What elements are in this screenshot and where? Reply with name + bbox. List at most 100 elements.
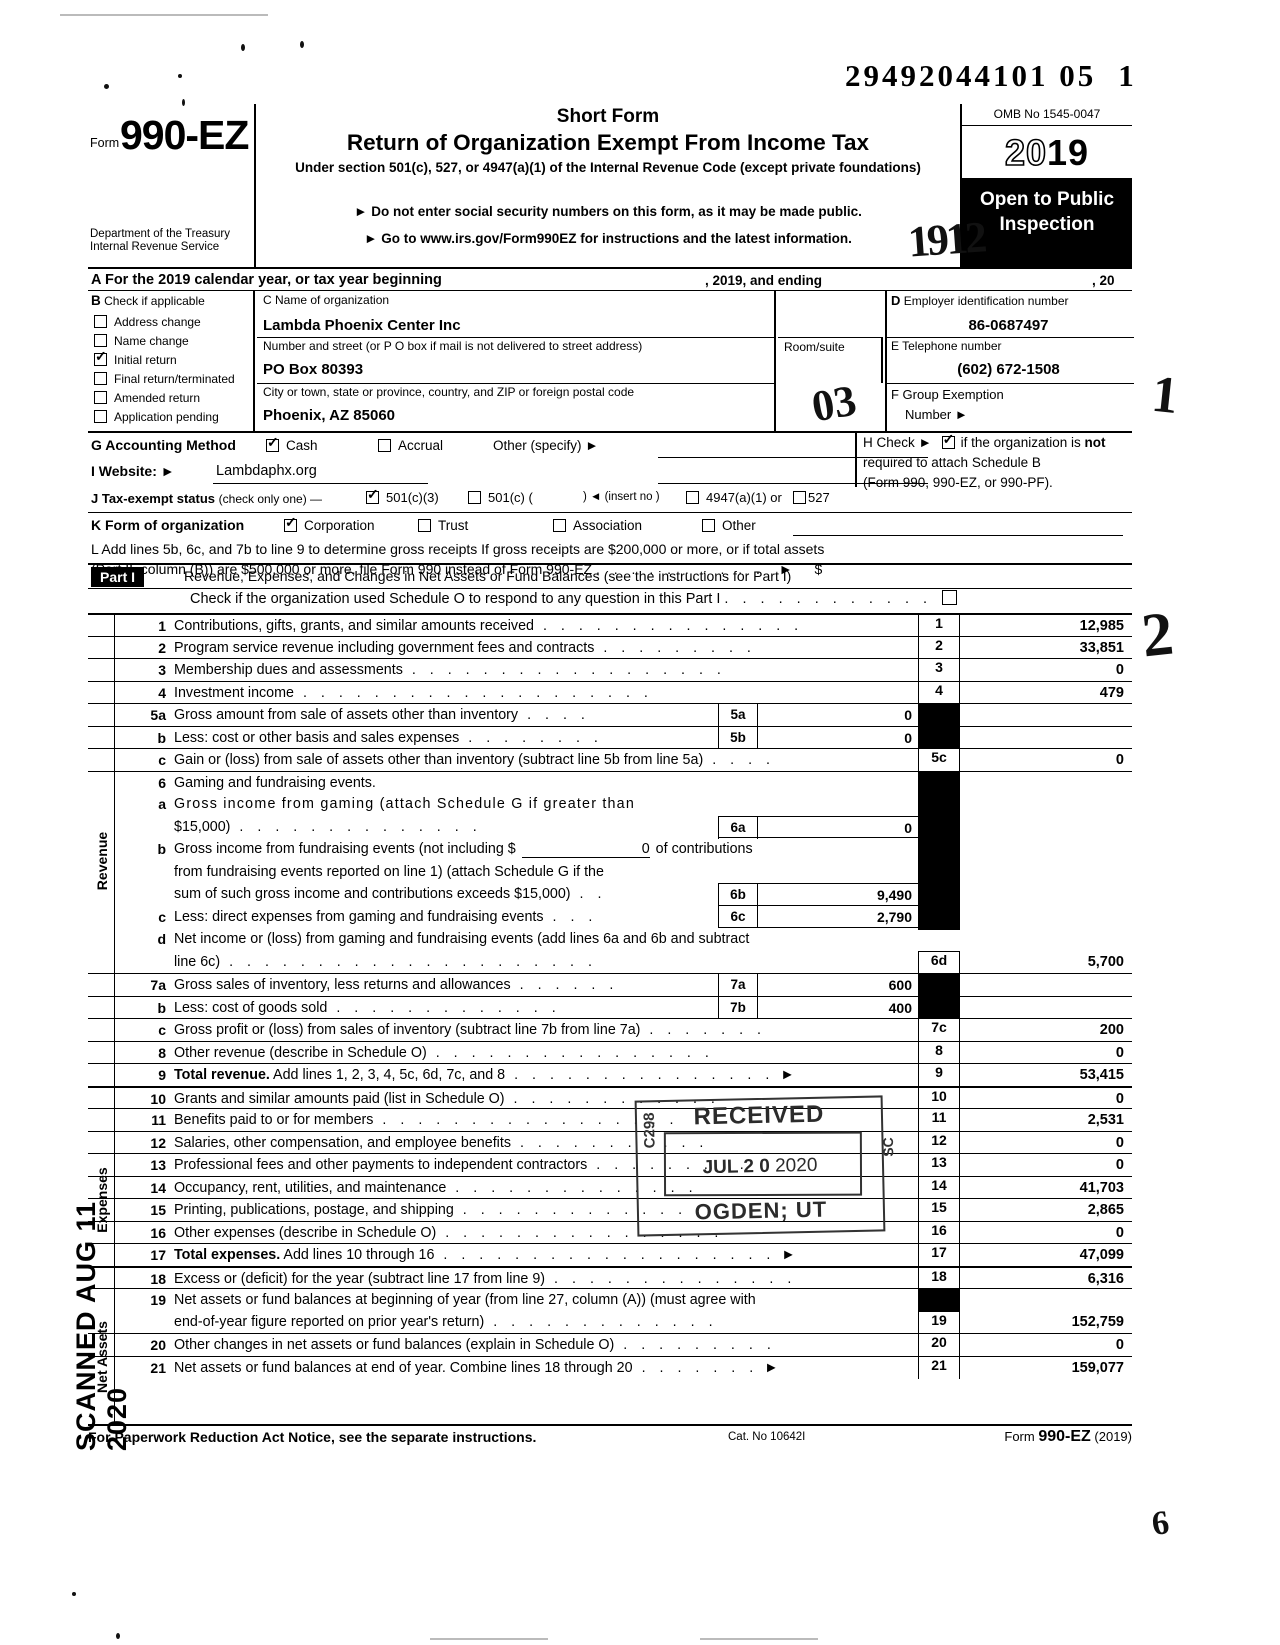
line-value[interactable]: 0 xyxy=(960,752,1132,768)
checkbox-trust[interactable]: Trust xyxy=(418,518,468,533)
line-text: Gaming and fundraising events. xyxy=(174,774,376,791)
checkbox-box[interactable] xyxy=(686,491,699,504)
line-key: 11 xyxy=(918,1109,960,1132)
inner-amount-box: 6c 2,790 xyxy=(718,905,918,929)
schedule-o-check-row[interactable]: Check if the organization used Schedule … xyxy=(190,590,958,607)
leader-dots: . . . . . . . . . . . . . . . xyxy=(505,1067,775,1083)
checkbox-box-checked[interactable] xyxy=(266,435,279,452)
checkbox-box[interactable] xyxy=(553,519,566,532)
contributions-amount[interactable]: 0 xyxy=(521,841,650,858)
tax-year: 2019 xyxy=(962,131,1132,174)
checkbox-box[interactable] xyxy=(94,315,107,328)
checkbox-association[interactable]: Association xyxy=(553,518,642,533)
line-value[interactable]: 6,316 xyxy=(960,1271,1132,1287)
line-value[interactable]: 12,985 xyxy=(960,618,1132,634)
checkbox-box[interactable] xyxy=(418,519,431,532)
checkbox-4947a1[interactable]: 4947(a)(1) or xyxy=(686,490,782,505)
inner-value[interactable]: 0 xyxy=(758,817,918,840)
phone-value[interactable]: (602) 672-1508 xyxy=(887,361,1130,378)
table-row: 4 Investment income . . . . . . . . . . … xyxy=(88,680,1132,704)
street-value[interactable]: PO Box 80393 xyxy=(263,361,363,378)
other-org-input[interactable] xyxy=(793,535,1123,536)
stamp-year: 2020 xyxy=(774,1154,818,1177)
checkbox-corporation[interactable]: Corporation xyxy=(284,515,375,533)
checkbox-other[interactable]: Other xyxy=(702,518,756,533)
inner-amount-box: 7a 600 xyxy=(718,974,918,997)
line-label: sum of such gross income and contributio… xyxy=(174,886,571,902)
line-value[interactable]: 479 xyxy=(960,685,1132,701)
line-value[interactable]: 0 xyxy=(960,1135,1132,1151)
line-value[interactable]: 33,851 xyxy=(960,640,1132,656)
checkbox-box[interactable] xyxy=(702,519,715,532)
line-value[interactable]: 0 xyxy=(960,1157,1132,1173)
checkbox-box[interactable] xyxy=(378,439,391,452)
footer-form-year: (2019) xyxy=(1090,1429,1132,1444)
checkbox-box-checked[interactable] xyxy=(941,432,955,449)
checkbox-final-return[interactable]: Final return/terminated xyxy=(94,372,235,386)
line-value[interactable]: 53,415 xyxy=(960,1067,1132,1083)
line-text: Benefits paid to or for members . . . . … xyxy=(174,1112,679,1128)
line-value[interactable]: 0 xyxy=(960,662,1132,678)
checkbox-box[interactable] xyxy=(468,491,481,504)
checkbox-cash[interactable]: Cash xyxy=(266,435,318,453)
line-value[interactable]: 0 xyxy=(960,1337,1132,1353)
inner-value[interactable]: 0 xyxy=(758,727,918,750)
line-text: Gross income from gaming (attach Schedul… xyxy=(174,796,635,812)
inner-value[interactable]: 9,490 xyxy=(758,884,918,907)
checkbox-name-change[interactable]: Name change xyxy=(94,334,189,348)
room-suite-cell[interactable]: Room/suite xyxy=(778,337,883,383)
ein-value[interactable]: 86-0687497 xyxy=(887,317,1130,334)
checkbox-box-checked[interactable] xyxy=(94,349,107,366)
line-value[interactable]: 0 xyxy=(960,1225,1132,1241)
line-value[interactable]: 152,759 xyxy=(960,1314,1132,1330)
line-value[interactable]: 2,531 xyxy=(960,1112,1132,1128)
checkbox-box[interactable] xyxy=(793,491,806,504)
checkbox-initial-return[interactable]: Initial return xyxy=(94,349,177,367)
checkbox-schedule-o[interactable] xyxy=(942,590,958,605)
leader-dots: . . . . . . . . . xyxy=(614,1337,776,1353)
checkbox-501c3[interactable]: 501(c)(3) xyxy=(366,487,439,505)
line-value[interactable]: 41,703 xyxy=(960,1180,1132,1196)
stamp-day: 2 0 xyxy=(743,1155,771,1178)
checkbox-amended-return[interactable]: Amended return xyxy=(94,391,200,405)
checkbox-box-checked[interactable] xyxy=(284,515,297,532)
dln-tail: 1 xyxy=(1118,58,1137,93)
inner-value[interactable]: 2,790 xyxy=(758,906,918,929)
leader-dots: . . . . . . . . . . . . . . . . . . . . xyxy=(294,684,653,701)
inner-value[interactable]: 400 xyxy=(758,997,918,1020)
masthead-right: OMB No 1545-0047 2019 Open to Public Ins… xyxy=(960,104,1132,267)
stamp-code-left: C298 xyxy=(640,1112,659,1149)
line-text: $15,000) . . . . . . . . . . . . . . xyxy=(174,819,482,835)
checkbox-501c[interactable]: 501(c) ( xyxy=(468,490,533,505)
checkbox-box[interactable] xyxy=(94,334,107,347)
checkbox-address-change[interactable]: Address change xyxy=(94,315,201,329)
line-value[interactable]: 0 xyxy=(960,1091,1132,1107)
line-text: Gain or (loss) from sale of assets other… xyxy=(174,752,775,768)
checkbox-accrual[interactable]: Accrual xyxy=(378,438,443,453)
line-value[interactable]: 159,077 xyxy=(960,1360,1132,1376)
line-value[interactable]: 2,865 xyxy=(960,1202,1132,1218)
checkbox-box[interactable] xyxy=(94,410,107,423)
org-name-value[interactable]: Lambda Phoenix Center Inc xyxy=(263,317,461,334)
checkbox-box[interactable] xyxy=(94,372,107,385)
line-value[interactable]: 5,700 xyxy=(960,954,1132,970)
checkbox-box-checked[interactable] xyxy=(366,487,379,504)
form-990ez-page: 29492044101 05 1 Form 990-EZ Department o… xyxy=(0,0,1280,1645)
line-value[interactable]: 200 xyxy=(960,1022,1132,1038)
website-value[interactable]: Lambdaphx.org xyxy=(216,463,317,479)
line-number: 14 xyxy=(150,1179,166,1196)
checkbox-application-pending[interactable]: Application pending xyxy=(94,410,219,424)
city-value[interactable]: Phoenix, AZ 85060 xyxy=(263,407,395,424)
line-label: Less: cost or other basis and sales expe… xyxy=(174,729,460,746)
line-value[interactable]: 0 xyxy=(960,1045,1132,1061)
line-label: Occupancy, rent, utilities, and maintena… xyxy=(174,1179,447,1196)
checkbox-label: 501(c) ( xyxy=(488,490,533,505)
checkbox-box[interactable] xyxy=(94,391,107,404)
masthead-left: Form 990-EZ Department of the Treasury I… xyxy=(88,104,256,267)
leader-dots: . . . . . . xyxy=(510,977,619,993)
org-name-label: C Name of organization xyxy=(263,293,390,307)
line-value[interactable]: 47,099 xyxy=(960,1247,1132,1263)
inner-value[interactable]: 0 xyxy=(758,704,918,727)
inner-value[interactable]: 600 xyxy=(758,974,918,997)
checkbox-527[interactable]: 527 xyxy=(793,490,830,505)
